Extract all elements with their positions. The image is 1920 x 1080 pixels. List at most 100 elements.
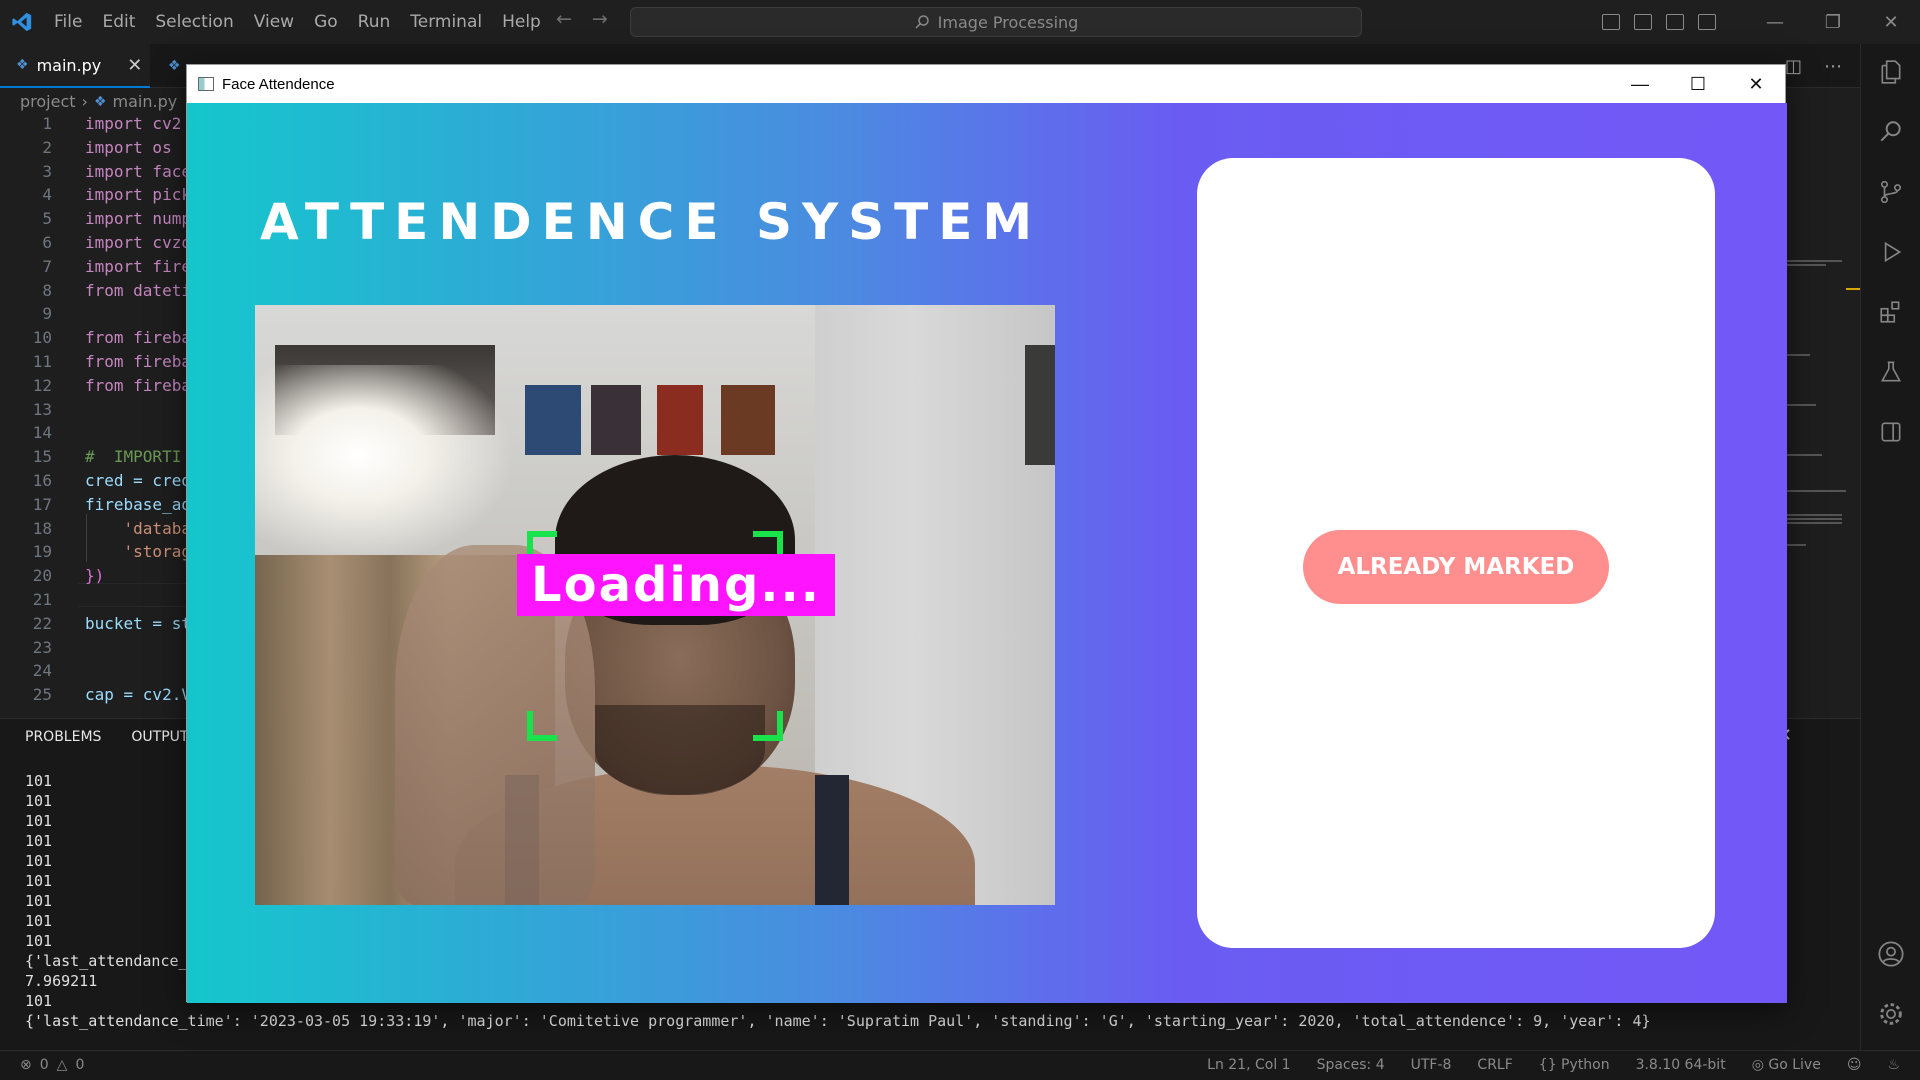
vscode-minimize-icon[interactable]: — — [1746, 0, 1804, 44]
python-interpreter[interactable]: 3.8.10 64-bit — [1636, 1057, 1726, 1073]
cursor-position[interactable]: Ln 21, Col 1 — [1207, 1057, 1290, 1073]
vscode-titlebar: File Edit Selection View Go Run Terminal… — [0, 0, 1920, 44]
wall-frame — [1025, 345, 1055, 465]
command-center-search[interactable]: Image Processing — [630, 7, 1362, 37]
light-glare — [255, 365, 515, 565]
encoding[interactable]: UTF-8 — [1411, 1057, 1452, 1073]
line-number: 12 — [32, 375, 52, 395]
code-line: 19 'storag — [0, 542, 191, 566]
code-text: bucket = st — [85, 613, 191, 633]
line-number: 10 — [32, 328, 52, 348]
notifications-bell-icon[interactable]: ♨ — [1887, 1057, 1900, 1073]
code-line: 5 import nump — [0, 209, 191, 233]
customize-layout-icon[interactable] — [1698, 14, 1716, 30]
feedback-icon[interactable]: ☺ — [1847, 1057, 1862, 1073]
code-line: 25 cap = cv2.V — [0, 685, 191, 709]
code-text: import pick — [85, 185, 191, 205]
code-line: 12 from fireba — [0, 375, 191, 400]
line-number: 5 — [42, 209, 52, 229]
vscode-restore-icon[interactable]: ❐ — [1804, 0, 1862, 44]
code-text: firebase_ad — [85, 494, 191, 514]
code-line: 11 from fireba — [0, 352, 191, 376]
wall-poster — [591, 385, 641, 455]
run-debug-icon[interactable] — [1877, 238, 1905, 266]
toggle-primary-sidebar-icon[interactable] — [1602, 14, 1620, 30]
tab-close-icon[interactable]: ✕ — [127, 55, 142, 76]
wall-poster — [721, 385, 775, 455]
go-live[interactable]: ◎ Go Live — [1752, 1057, 1821, 1073]
tank-top-strap — [815, 775, 849, 905]
python-file-icon: ❖ — [168, 58, 181, 74]
settings-gear-icon[interactable] — [1877, 1000, 1905, 1028]
attendance-background: ATTENDENCE SYSTEM Loading... ALREADY MAR… — [187, 103, 1787, 1003]
maximize-icon[interactable]: ☐ — [1669, 65, 1727, 103]
search-icon[interactable] — [1877, 118, 1905, 146]
minimize-icon[interactable]: — — [1611, 65, 1669, 103]
code-text: import cvzo — [85, 233, 191, 252]
line-number: 25 — [32, 685, 52, 705]
tab-main-py[interactable]: ❖ main.py ✕ — [0, 44, 150, 88]
explorer-icon[interactable] — [1877, 58, 1905, 86]
source-control-icon[interactable] — [1877, 178, 1905, 206]
tab-output[interactable]: OUTPUT — [131, 729, 188, 749]
toggle-secondary-sidebar-icon[interactable] — [1666, 14, 1684, 30]
vscode-close-icon[interactable]: ✕ — [1862, 0, 1920, 44]
remote-explorer-icon[interactable] — [1877, 418, 1905, 446]
split-editor-icon[interactable]: ◫ — [1785, 56, 1802, 77]
already-marked-badge: ALREADY MARKED — [1303, 530, 1609, 604]
breadcrumb: project › ❖ main.py — [20, 92, 177, 111]
menu-edit[interactable]: Edit — [92, 7, 145, 37]
line-number: 9 — [42, 304, 52, 324]
menu-help[interactable]: Help — [492, 7, 551, 37]
panel-tabs: PROBLEMS OUTPUT — [25, 729, 188, 749]
line-number: 11 — [32, 352, 52, 371]
testing-flask-icon[interactable] — [1877, 358, 1905, 386]
line-number: 7 — [42, 256, 52, 276]
code-line: 4 import pick — [0, 185, 191, 209]
language-mode[interactable]: {} Python — [1539, 1057, 1610, 1073]
tab-problems[interactable]: PROBLEMS — [25, 729, 101, 749]
layout-controls — [1602, 14, 1716, 30]
face-window-titlebar[interactable]: Face Attendence — ☐ ✕ — [187, 65, 1785, 103]
menu-file[interactable]: File — [44, 7, 92, 37]
error-icon[interactable]: ⊗ — [20, 1057, 32, 1073]
webcam-feed: Loading... — [255, 305, 1055, 905]
line-number: 8 — [42, 280, 52, 300]
loading-overlay: Loading... — [517, 554, 835, 616]
code-text: import fire — [85, 256, 191, 276]
forward-arrow-icon[interactable]: → — [592, 8, 608, 30]
line-number: 16 — [32, 471, 52, 490]
line-number: 15 — [32, 447, 52, 467]
braces-icon: {} — [1538, 1057, 1562, 1073]
code-line: 18 'databa — [0, 519, 191, 543]
breadcrumb-file[interactable]: main.py — [113, 92, 178, 111]
line-number: 3 — [42, 161, 52, 181]
python-file-icon: ❖ — [93, 93, 107, 110]
extensions-icon[interactable] — [1877, 298, 1905, 326]
indentation[interactable]: Spaces: 4 — [1317, 1057, 1385, 1073]
error-count[interactable]: 0 — [40, 1057, 49, 1073]
terminal-line: {'last_attendance_time': '2023-03-05 19:… — [25, 1012, 1651, 1030]
menu-terminal[interactable]: Terminal — [400, 7, 492, 37]
code-line: 3 import face — [0, 161, 191, 186]
warning-count[interactable]: 0 — [75, 1057, 84, 1073]
menu-bar: File Edit Selection View Go Run Terminal… — [44, 0, 551, 44]
back-arrow-icon[interactable]: ← — [556, 8, 572, 30]
menu-selection[interactable]: Selection — [145, 7, 243, 37]
accounts-icon[interactable] — [1877, 940, 1905, 968]
status-bar: ⊗ 0 △ 0 Ln 21, Col 1 Spaces: 4 UTF-8 CRL… — [0, 1050, 1920, 1080]
go-live-label: Go Live — [1768, 1057, 1821, 1073]
close-icon[interactable]: ✕ — [1727, 65, 1785, 103]
python-file-icon: ❖ — [16, 57, 29, 73]
menu-go[interactable]: Go — [304, 7, 348, 37]
warning-icon[interactable]: △ — [57, 1057, 68, 1073]
line-number: 24 — [32, 661, 52, 681]
menu-view[interactable]: View — [244, 7, 304, 37]
more-actions-icon[interactable]: ⋯ — [1824, 56, 1842, 77]
breadcrumb-folder[interactable]: project — [20, 92, 76, 111]
menu-run[interactable]: Run — [348, 7, 401, 37]
line-number: 4 — [42, 185, 52, 205]
minimap[interactable] — [1786, 254, 1862, 564]
line-ending[interactable]: CRLF — [1477, 1057, 1512, 1073]
toggle-panel-icon[interactable] — [1634, 14, 1652, 30]
